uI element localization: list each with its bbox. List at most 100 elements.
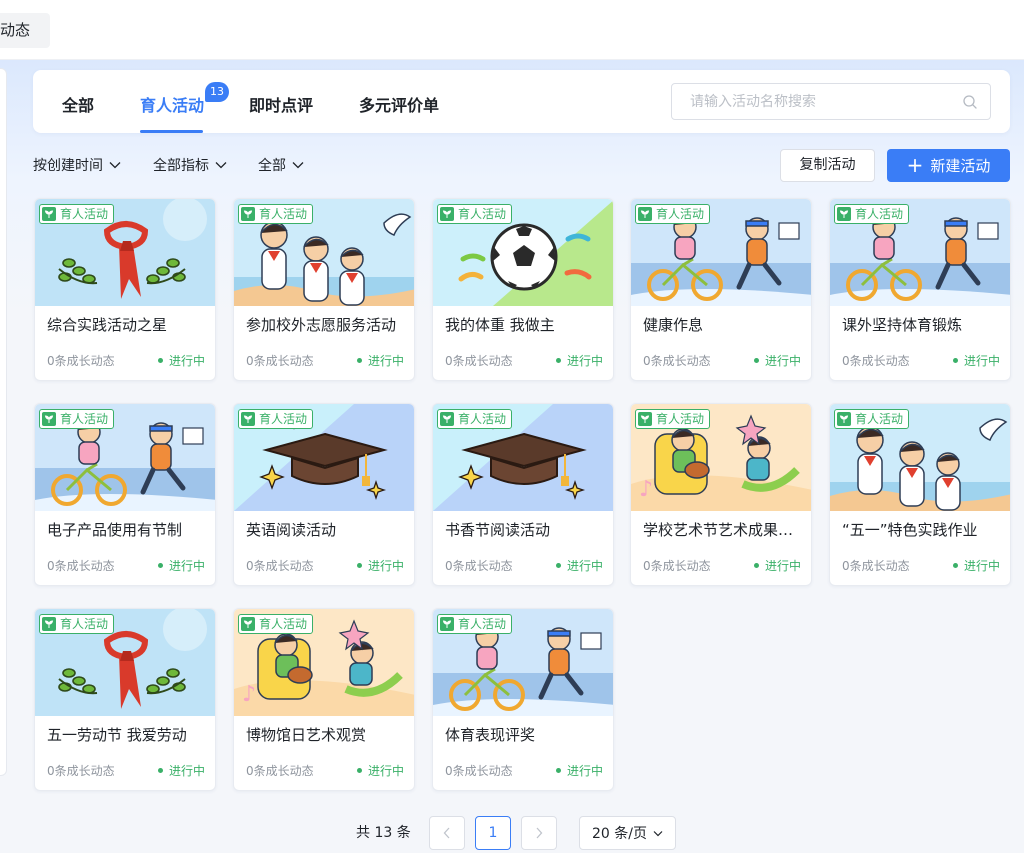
- sprout-icon: [638, 207, 652, 221]
- activity-card[interactable]: 育人活动 我的体重 我做主 0条成长动态 进行中: [432, 198, 614, 381]
- tag-label: 育人活动: [458, 617, 507, 631]
- status-dot: [753, 563, 759, 568]
- page-size-select[interactable]: 20 条/页: [579, 816, 676, 850]
- activity-card[interactable]: 育人活动 五一劳动节 我爱劳动 0条成长动态 进行中: [34, 608, 216, 791]
- status-badge: 进行中: [952, 557, 1000, 574]
- tab-all[interactable]: 全部: [62, 92, 94, 115]
- sprout-icon: [241, 412, 255, 426]
- status-text: 进行中: [367, 559, 404, 573]
- growth-count: 0条成长动态: [246, 354, 314, 368]
- new-activity-label: 新建活动: [930, 157, 991, 175]
- activity-type-tag: 育人活动: [238, 204, 314, 224]
- search-box[interactable]: [671, 83, 991, 120]
- page-tab[interactable]: 动态: [0, 13, 50, 48]
- sprout-icon: [837, 207, 851, 221]
- activity-card[interactable]: 育人活动 书香节阅读活动 0条成长动态 进行中: [432, 403, 614, 586]
- status-text: 进行中: [963, 354, 1000, 368]
- activity-card[interactable]: ♪ 育人活动 学校艺术节艺术成果展示 0条成长动态 进行中: [630, 403, 812, 586]
- filter-label: 按创建时间: [33, 158, 103, 174]
- status-filter-dropdown[interactable]: 全部: [258, 156, 304, 174]
- growth-count: 0条成长动态: [445, 559, 513, 573]
- status-text: 进行中: [963, 559, 1000, 573]
- sprout-icon: [440, 207, 454, 221]
- tab-education-activities[interactable]: 育人活动: [140, 92, 204, 115]
- activity-card[interactable]: ♪ 育人活动 博物馆日艺术观赏 0条成长动态 进行中: [233, 608, 415, 791]
- status-dot: [356, 358, 362, 363]
- side-panel: [0, 68, 7, 776]
- chevron-down-icon: [215, 162, 227, 169]
- status-badge: 进行中: [356, 352, 404, 369]
- card-title: “五一”特色实践作业: [842, 521, 978, 539]
- status-dot: [555, 358, 561, 363]
- svg-text:♪: ♪: [242, 682, 256, 707]
- active-tab-underline: [140, 130, 203, 133]
- sprout-icon: [440, 617, 454, 631]
- chevron-down-icon: [292, 162, 304, 169]
- activity-card[interactable]: 育人活动 综合实践活动之星 0条成长动态 进行中: [34, 198, 216, 381]
- status-dot: [753, 358, 759, 363]
- status-badge: 进行中: [157, 557, 205, 574]
- activity-type-tag: 育人活动: [635, 409, 711, 429]
- activity-type-tag: 育人活动: [39, 614, 115, 634]
- activity-card[interactable]: 育人活动 英语阅读活动 0条成长动态 进行中: [233, 403, 415, 586]
- tag-label: 育人活动: [656, 207, 705, 221]
- next-page-button[interactable]: [521, 816, 557, 850]
- activity-type-tag: 育人活动: [238, 409, 314, 429]
- activity-card[interactable]: 育人活动 “五一”特色实践作业 0条成长动态 进行中: [829, 403, 1011, 586]
- status-dot: [157, 563, 163, 568]
- tag-label: 育人活动: [259, 207, 308, 221]
- tag-label: 育人活动: [259, 412, 308, 426]
- tab-instant-review[interactable]: 即时点评: [249, 92, 313, 115]
- activity-type-tag: 育人活动: [834, 409, 910, 429]
- status-dot: [555, 768, 561, 773]
- status-text: 进行中: [764, 559, 801, 573]
- activity-card[interactable]: 育人活动 电子产品使用有节制 0条成长动态 进行中: [34, 403, 216, 586]
- tabs-bar: 全部 育人活动 即时点评 多元评价单: [33, 70, 1010, 133]
- activity-card[interactable]: 育人活动 参加校外志愿服务活动 0条成长动态 进行中: [233, 198, 415, 381]
- status-badge: 进行中: [952, 352, 1000, 369]
- prev-page-button[interactable]: [429, 816, 465, 850]
- status-dot: [157, 768, 163, 773]
- activity-card[interactable]: 育人活动 健康作息 0条成长动态 进行中: [630, 198, 812, 381]
- status-badge: 进行中: [356, 762, 404, 779]
- sprout-icon: [42, 412, 56, 426]
- tag-label: 育人活动: [855, 412, 904, 426]
- page-number-button[interactable]: 1: [475, 816, 511, 850]
- growth-count: 0条成长动态: [842, 354, 910, 368]
- status-badge: 进行中: [555, 557, 603, 574]
- activity-type-tag: 育人活动: [437, 204, 513, 224]
- activity-card[interactable]: 育人活动 课外坚持体育锻炼 0条成长动态 进行中: [829, 198, 1011, 381]
- card-title: 体育表现评奖: [445, 726, 536, 744]
- status-dot: [157, 358, 163, 363]
- status-text: 进行中: [566, 559, 603, 573]
- chevron-down-icon: [109, 162, 121, 169]
- tag-label: 育人活动: [60, 207, 109, 221]
- sprout-icon: [440, 412, 454, 426]
- sprout-icon: [42, 617, 56, 631]
- status-text: 进行中: [367, 764, 404, 778]
- sprout-icon: [42, 207, 56, 221]
- card-title: 我的体重 我做主: [445, 316, 555, 334]
- sort-created-time-dropdown[interactable]: 按创建时间: [33, 156, 121, 174]
- status-badge: 进行中: [753, 557, 801, 574]
- status-badge: 进行中: [157, 352, 205, 369]
- card-title: 综合实践活动之星: [47, 316, 168, 334]
- search-input[interactable]: [672, 84, 952, 119]
- growth-count: 0条成长动态: [842, 559, 910, 573]
- card-title: 电子产品使用有节制: [47, 521, 183, 539]
- status-text: 进行中: [566, 764, 603, 778]
- activity-type-tag: 育人活动: [238, 614, 314, 634]
- activity-type-tag: 育人活动: [437, 614, 513, 634]
- status-badge: 进行中: [555, 762, 603, 779]
- copy-activity-button[interactable]: 复制活动: [780, 149, 875, 182]
- indicator-filter-dropdown[interactable]: 全部指标: [153, 156, 227, 174]
- card-title: 博物馆日艺术观赏: [246, 726, 367, 744]
- sprout-icon: [638, 412, 652, 426]
- tag-label: 育人活动: [458, 412, 507, 426]
- activity-card[interactable]: 育人活动 体育表现评奖 0条成长动态 进行中: [432, 608, 614, 791]
- sprout-icon: [241, 207, 255, 221]
- new-activity-button[interactable]: + 新建活动: [887, 149, 1010, 182]
- tab-multi-evaluation[interactable]: 多元评价单: [359, 92, 439, 115]
- status-badge: 进行中: [356, 557, 404, 574]
- search-icon[interactable]: [962, 94, 978, 110]
